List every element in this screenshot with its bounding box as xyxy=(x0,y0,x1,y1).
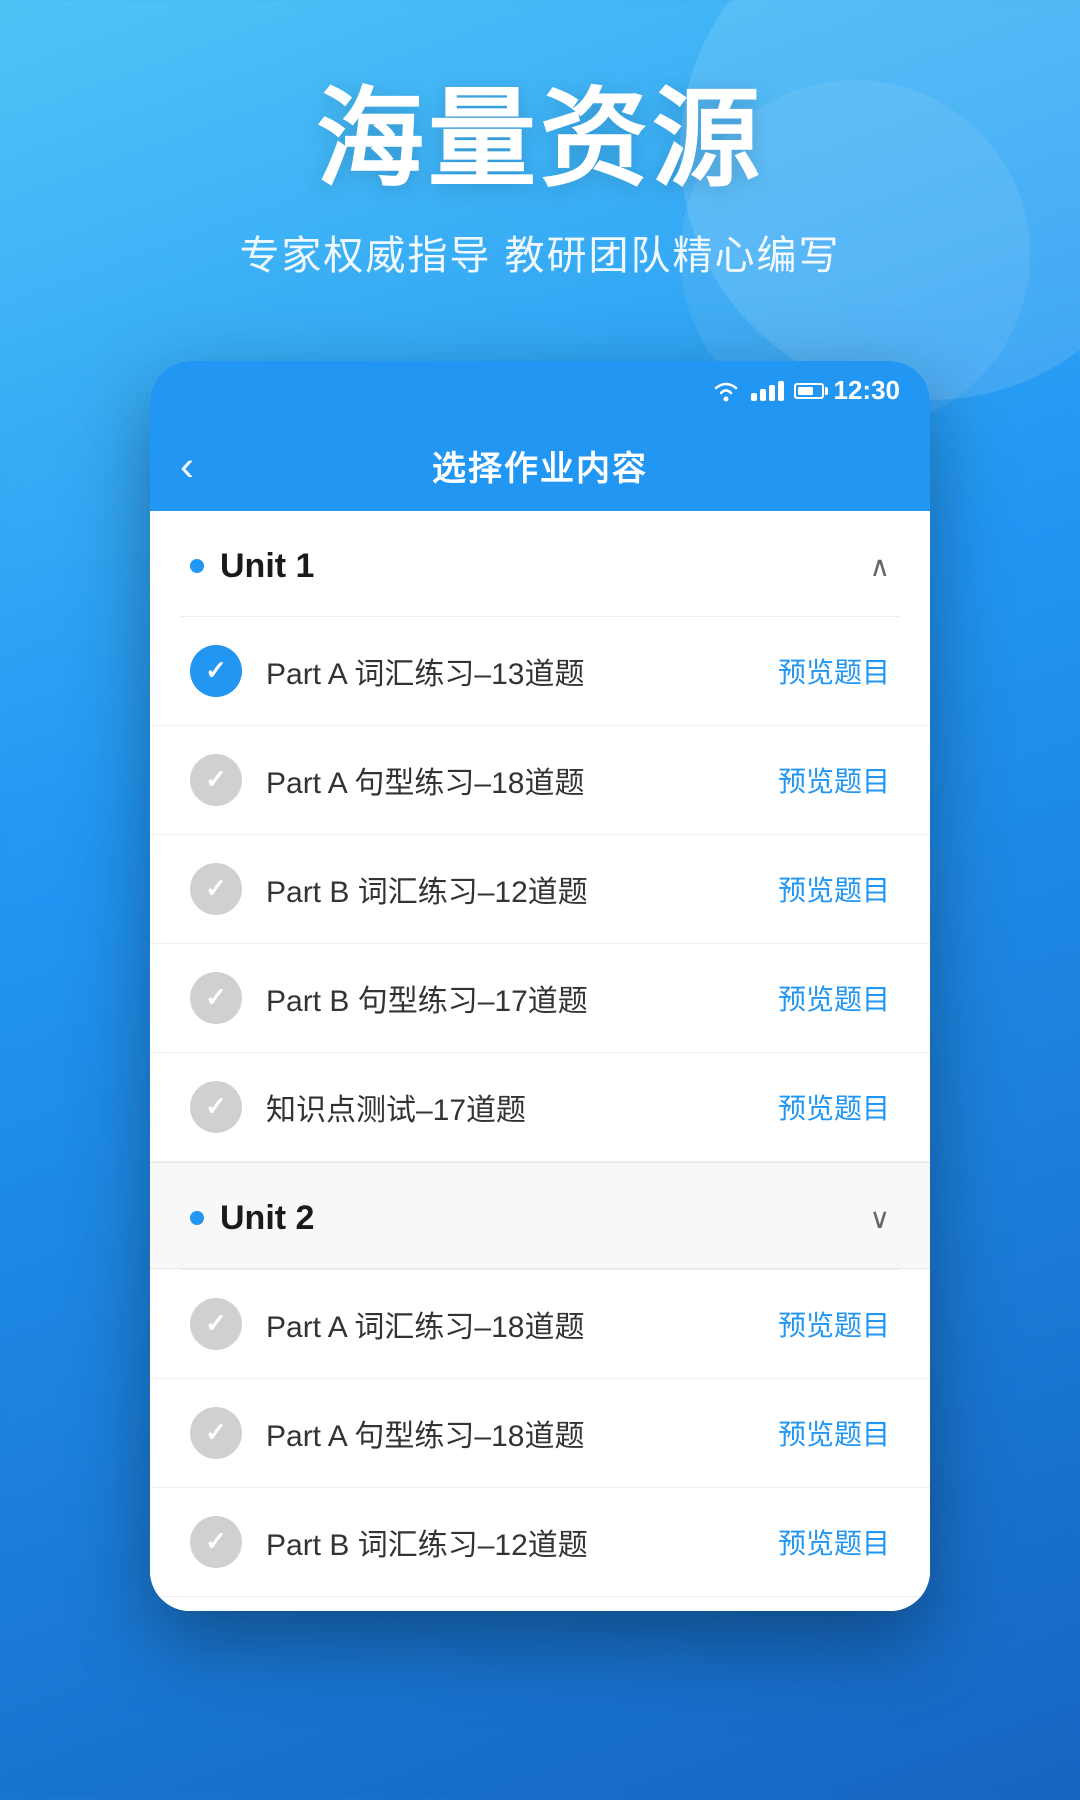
status-time: 12:30 xyxy=(834,375,901,406)
exercise-item[interactable]: ✓ Part A 句型练习–18道题 预览题目 xyxy=(150,1379,930,1488)
preview-link-u1e2[interactable]: 预览题目 xyxy=(778,760,890,800)
checkmark-icon: ✓ xyxy=(205,873,227,904)
preview-link-u1e1[interactable]: 预览题目 xyxy=(778,651,890,691)
exercise-name-u1e3: Part B 词汇练习–12道题 xyxy=(266,867,754,911)
exercise-item[interactable]: ✓ Part B 句型练习–17道题 预览题目 xyxy=(150,944,930,1053)
unit1-title: Unit 1 xyxy=(220,547,314,586)
checkbox-u2e2[interactable]: ✓ xyxy=(190,1407,242,1459)
unit2-dot xyxy=(190,1211,204,1225)
unit1-exercises: ✓ Part A 词汇练习–13道题 预览题目 ✓ Part A 句型练习–18… xyxy=(150,617,930,1162)
unit1-header[interactable]: Unit 1 ∧ xyxy=(150,511,930,616)
checkbox-u1e4[interactable]: ✓ xyxy=(190,972,242,1024)
checkbox-u2e1[interactable]: ✓ xyxy=(190,1298,242,1350)
preview-link-u1e5[interactable]: 预览题目 xyxy=(778,1087,890,1127)
unit1-dot xyxy=(190,559,204,573)
exercise-item[interactable]: ✓ Part B 词汇练习–12道题 预览题目 xyxy=(150,1488,930,1597)
phone-wrapper: 12:30 ‹ 选择作业内容 Unit 1 ∧ xyxy=(0,361,1080,1611)
signal-icon xyxy=(751,381,784,401)
battery-icon xyxy=(794,383,824,399)
unit1-chevron[interactable]: ∧ xyxy=(870,550,891,583)
checkbox-u1e1[interactable]: ✓ xyxy=(190,645,242,697)
checkbox-u2e3[interactable]: ✓ xyxy=(190,1516,242,1568)
unit1-label: Unit 1 xyxy=(190,547,314,586)
checkmark-icon: ✓ xyxy=(205,982,227,1013)
hero-subtitle: 专家权威指导 教研团队精心编写 xyxy=(0,223,1080,281)
checkbox-u1e2[interactable]: ✓ xyxy=(190,754,242,806)
unit2-chevron[interactable]: ∨ xyxy=(870,1202,891,1235)
preview-link-u1e3[interactable]: 预览题目 xyxy=(778,869,890,909)
exercise-item[interactable]: ✓ Part B 词汇练习–12道题 预览题目 xyxy=(150,835,930,944)
exercise-item[interactable]: ✓ Part A 词汇练习–13道题 预览题目 xyxy=(150,617,930,726)
status-bar: 12:30 xyxy=(150,361,930,421)
wifi-icon xyxy=(711,380,741,402)
checkmark-icon: ✓ xyxy=(205,1417,227,1448)
exercise-name-u1e2: Part A 句型练习–18道题 xyxy=(266,758,754,802)
exercise-item[interactable]: ✓ 知识点测试–17道题 预览题目 xyxy=(150,1053,930,1162)
content-area: Unit 1 ∧ ✓ Part A 词汇练习–13道题 预览题目 ✓ xyxy=(150,511,930,1611)
checkmark-icon: ✓ xyxy=(205,655,227,686)
app-header: ‹ 选择作业内容 xyxy=(150,421,930,511)
exercise-item[interactable]: ✓ Part A 词汇练习–18道题 预览题目 xyxy=(150,1270,930,1379)
preview-link-u2e3[interactable]: 预览题目 xyxy=(778,1522,890,1562)
preview-link-u2e2[interactable]: 预览题目 xyxy=(778,1413,890,1453)
unit2-header[interactable]: Unit 2 ∨ xyxy=(150,1162,930,1269)
preview-link-u1e4[interactable]: 预览题目 xyxy=(778,978,890,1018)
checkmark-icon: ✓ xyxy=(205,1526,227,1557)
unit2-label: Unit 2 xyxy=(190,1199,314,1238)
exercise-name-u2e3: Part B 词汇练习–12道题 xyxy=(266,1520,754,1564)
checkbox-u1e3[interactable]: ✓ xyxy=(190,863,242,915)
exercise-item[interactable]: ✓ Part A 句型练习–18道题 预览题目 xyxy=(150,726,930,835)
unit2-exercises: ✓ Part A 词汇练习–18道题 预览题目 ✓ Part A 句型练习–18… xyxy=(150,1270,930,1597)
checkmark-icon: ✓ xyxy=(205,1091,227,1122)
hero-section: 海量资源 专家权威指导 教研团队精心编写 xyxy=(0,0,1080,331)
exercise-name-u2e1: Part A 词汇练习–18道题 xyxy=(266,1302,754,1346)
hero-title: 海量资源 xyxy=(0,80,1080,199)
exercise-name-u1e1: Part A 词汇练习–13道题 xyxy=(266,649,754,693)
exercise-name-u1e5: 知识点测试–17道题 xyxy=(266,1085,754,1129)
preview-link-u2e1[interactable]: 预览题目 xyxy=(778,1304,890,1344)
unit2-title: Unit 2 xyxy=(220,1199,314,1238)
checkmark-icon: ✓ xyxy=(205,1308,227,1339)
checkbox-u1e5[interactable]: ✓ xyxy=(190,1081,242,1133)
header-title: 选择作业内容 xyxy=(432,441,648,490)
exercise-name-u1e4: Part B 句型练习–17道题 xyxy=(266,976,754,1020)
status-icons: 12:30 xyxy=(711,375,901,406)
checkmark-icon: ✓ xyxy=(205,764,227,795)
exercise-name-u2e2: Part A 句型练习–18道题 xyxy=(266,1411,754,1455)
phone-mockup: 12:30 ‹ 选择作业内容 Unit 1 ∧ xyxy=(150,361,930,1611)
back-button[interactable]: ‹ xyxy=(180,445,194,487)
